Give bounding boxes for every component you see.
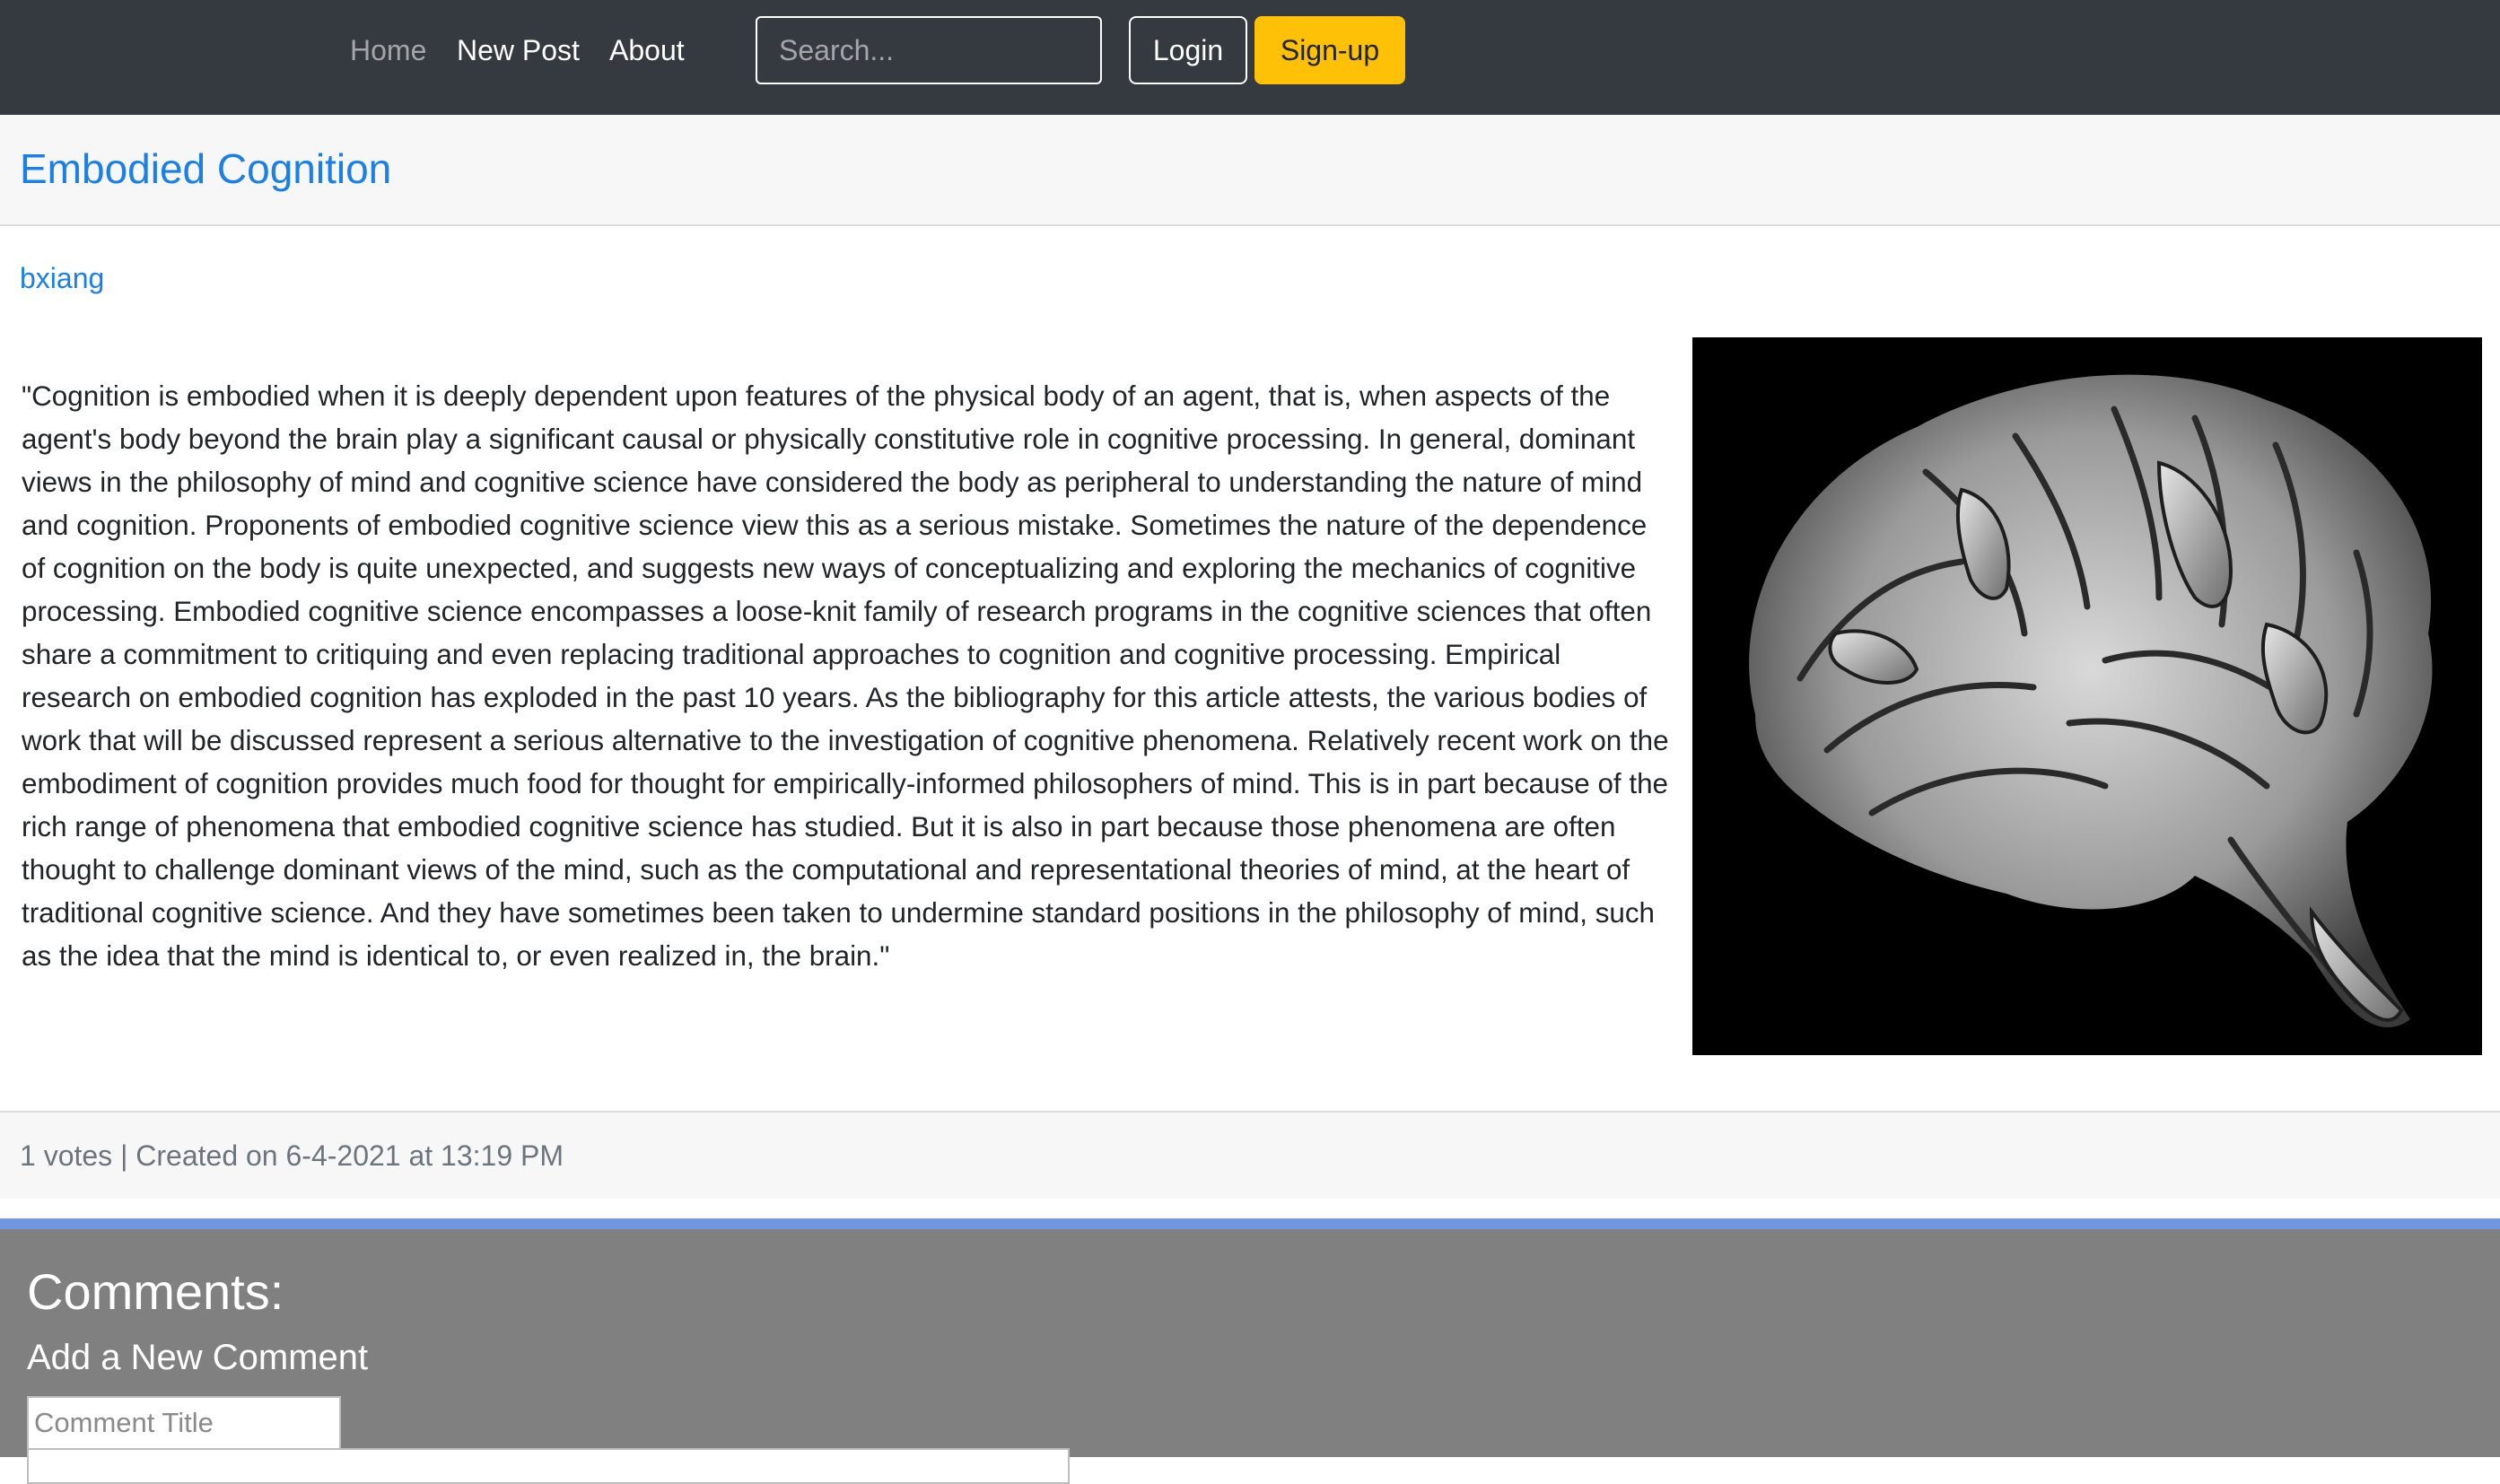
top-navbar: Home New Post About Login Sign-up — [0, 0, 2500, 115]
post-image — [1692, 337, 2482, 1055]
add-comment-heading: Add a New Comment — [27, 1338, 369, 1377]
comments-section: Comments: Add a New Comment — [0, 1229, 2500, 1457]
post-footer: 1 votes | Created on 6-4-2021 at 13:19 P… — [0, 1111, 2500, 1199]
search-input[interactable] — [756, 16, 1102, 84]
post-header: Embodied Cognition — [0, 115, 2500, 226]
post-body: "Cognition is embodied when it is deeply… — [22, 380, 1669, 972]
comments-heading: Comments: — [27, 1263, 284, 1320]
comments-divider — [0, 1218, 2500, 1229]
brain-of-hands-image — [1692, 337, 2482, 1055]
comment-body-input[interactable] — [27, 1448, 1070, 1484]
nav-home-link[interactable]: Home — [350, 32, 426, 68]
signup-button[interactable]: Sign-up — [1254, 16, 1405, 84]
post-title[interactable]: Embodied Cognition — [20, 140, 391, 197]
comment-title-input[interactable] — [27, 1396, 341, 1450]
nav-about-link[interactable]: About — [609, 32, 685, 68]
login-button[interactable]: Login — [1129, 16, 1247, 84]
post-author-link[interactable]: bxiang — [20, 258, 104, 298]
nav-new-post-link[interactable]: New Post — [457, 32, 580, 68]
post-meta: 1 votes | Created on 6-4-2021 at 13:19 P… — [20, 1139, 564, 1172]
